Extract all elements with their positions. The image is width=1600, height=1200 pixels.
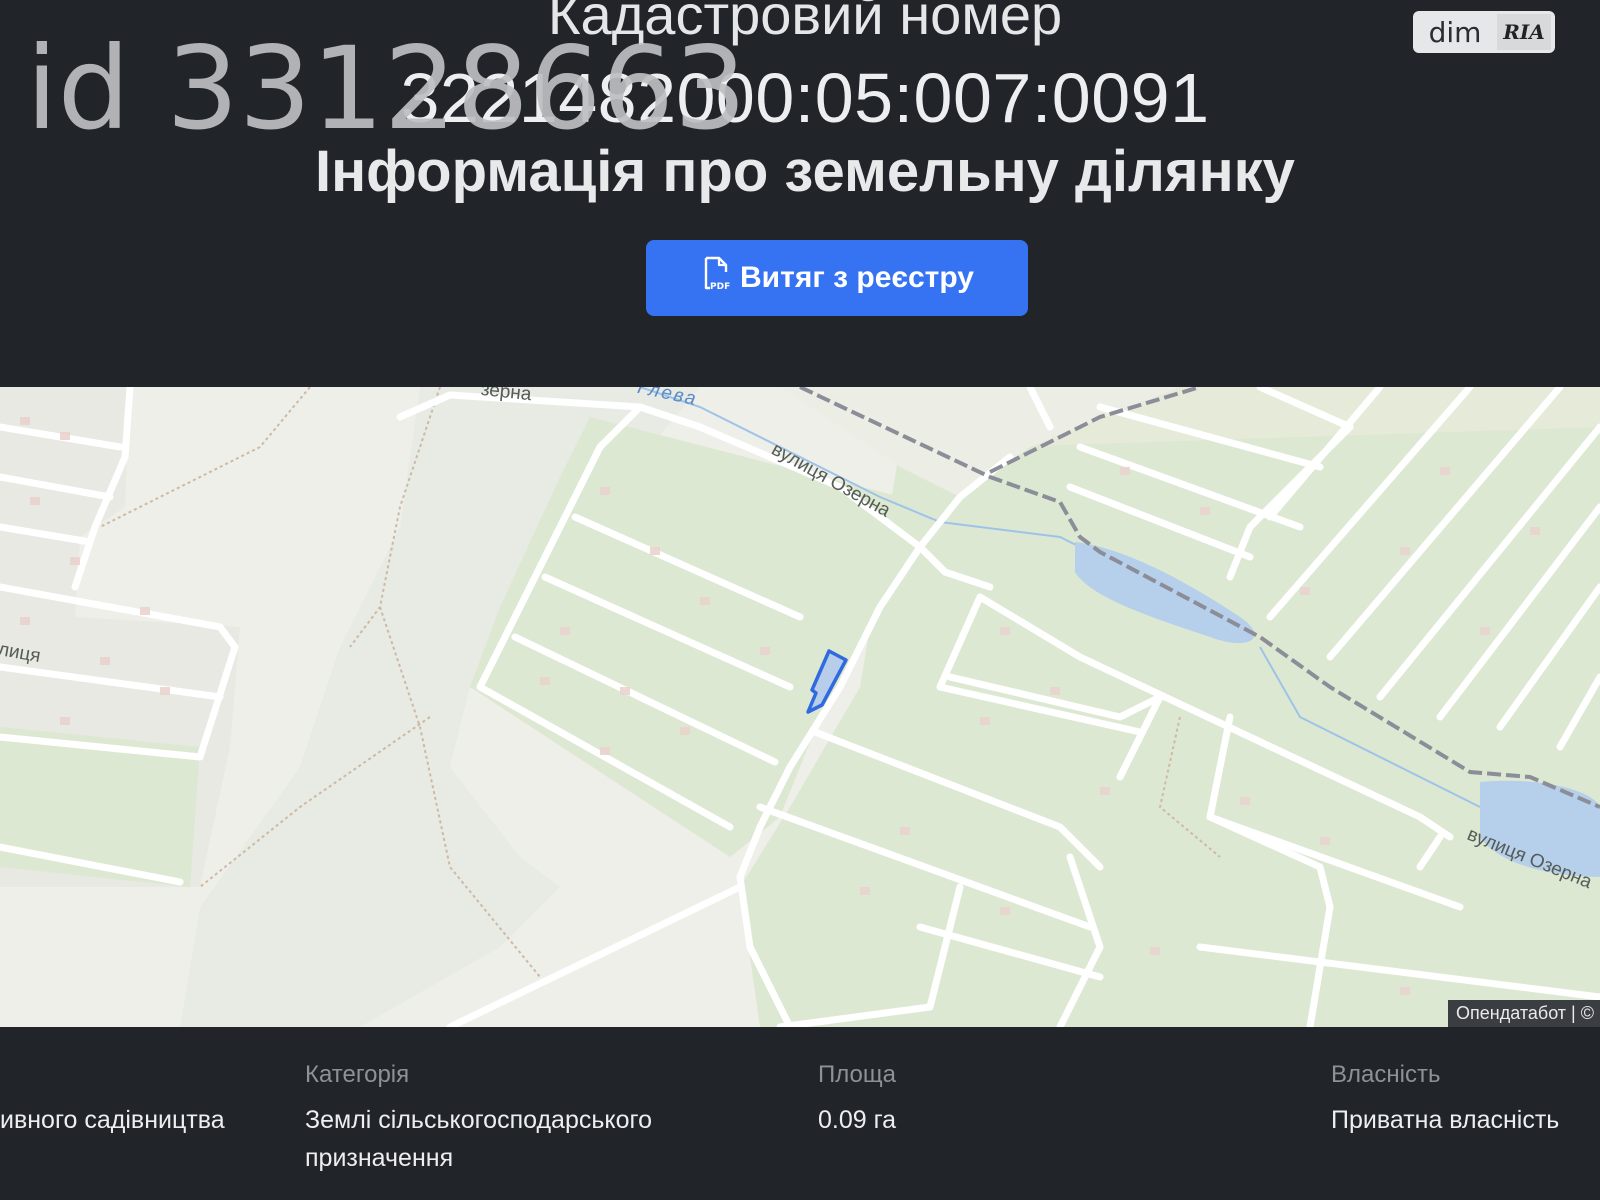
cadastral-map[interactable]: вулиця Озерна вулиця Озерна лиця зерна Г… bbox=[0, 387, 1600, 1027]
category-column: Категорія Землі сільськогосподарського п… bbox=[305, 1061, 725, 1177]
map-attribution[interactable]: Опендатабот | © bbox=[1448, 1000, 1600, 1027]
area-column: Площа 0.09 га bbox=[818, 1061, 896, 1139]
purpose-value: ивного садівництва bbox=[0, 1106, 225, 1134]
brand-ria-text: RIA bbox=[1497, 14, 1551, 50]
ownership-column: Власність Приватна власність bbox=[1331, 1061, 1559, 1139]
purpose-column: ивного садівництва bbox=[0, 1061, 225, 1139]
brand-dim-text: dim bbox=[1428, 15, 1482, 49]
category-label: Категорія bbox=[305, 1061, 410, 1088]
area-label: Площа bbox=[818, 1061, 896, 1088]
registry-extract-label: Витяг з реєстру bbox=[740, 261, 974, 294]
pdf-file-icon: PDF bbox=[700, 256, 732, 300]
svg-text:PDF: PDF bbox=[710, 282, 730, 292]
page-header: Кадастровий номер 3221482000:05:007:0091… bbox=[0, 0, 1600, 372]
ownership-label: Власність bbox=[1331, 1061, 1441, 1088]
ownership-value: Приватна власність bbox=[1331, 1106, 1560, 1134]
dimria-logo: dim RIA bbox=[1413, 11, 1555, 53]
area-value: 0.09 га bbox=[818, 1106, 897, 1134]
registry-extract-button[interactable]: PDF Витяг з реєстру bbox=[646, 240, 1028, 316]
page-subtitle: Інформація про земельну ділянку bbox=[315, 139, 1295, 204]
map-canvas bbox=[0, 387, 1600, 1027]
listing-id-watermark: id 33128663 bbox=[26, 22, 747, 155]
parcel-info-panel: ивного садівництва Категорія Землі сільс… bbox=[0, 1027, 1600, 1200]
category-value: Землі сільськогосподарського призначення bbox=[305, 1106, 652, 1172]
